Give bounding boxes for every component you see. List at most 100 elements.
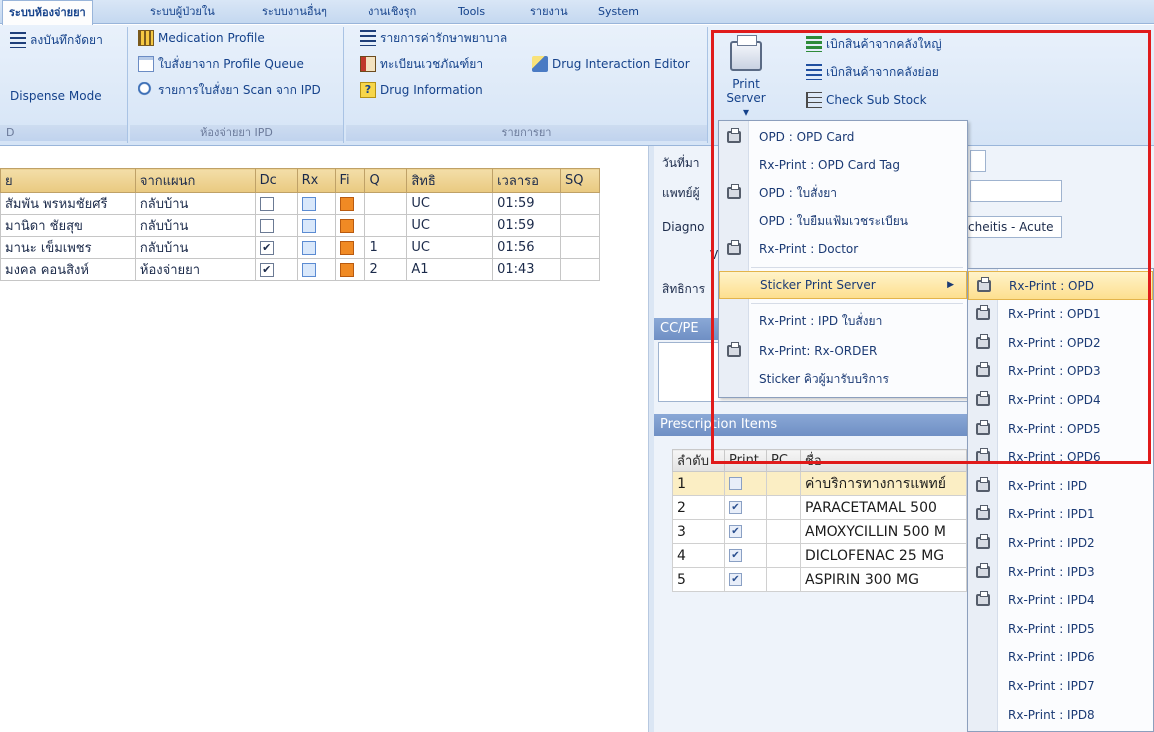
finance-icon[interactable] [339,218,354,233]
submenu-item-rx-print-ipd4[interactable]: Rx-Print : IPD4 [968,586,1153,615]
print-server-button[interactable]: Print Server ▾ [722,29,770,119]
submenu-item-rx-print-ipd3[interactable]: Rx-Print : IPD3 [968,557,1153,586]
tab-other[interactable]: ระบบงานอื่นๆ [262,0,327,24]
tab-reports[interactable]: รายงาน [530,0,568,24]
menu-item-queue-sticker[interactable]: Sticker คิวผู้มารับบริการ [719,365,967,393]
submenu-item-rx-print-ipd8[interactable]: Rx-Print : IPD8 [968,700,1153,729]
finance-icon[interactable] [339,240,354,255]
col-order[interactable]: ลำดับ [672,449,725,472]
print-checkbox[interactable] [729,477,742,490]
col-q[interactable]: Q [364,168,408,193]
submenu-icon-slot [968,362,998,378]
table-row[interactable]: ▶ 1 ค่าบริการทางการแพทย์ [672,471,967,496]
col-dc[interactable]: Dc [254,168,298,193]
submenu-item-rx-print-ipd7[interactable]: Rx-Print : IPD7 [968,671,1153,700]
drug-registry-button[interactable]: ทะเบียนเวชภัณฑ์ยา [360,53,483,75]
printer-icon [976,562,990,578]
dc-checkbox-checked[interactable]: ✔ [259,262,274,277]
rx-order-number: 1 [677,475,687,492]
tab-inpatient[interactable]: ระบบผู้ป่วยใน [150,0,215,24]
tab-proactive[interactable]: งานเชิงรุก [368,0,416,24]
table-row[interactable]: 3 ✔ AMOXYCILLIN 500 M [672,519,967,544]
menu-item-rx-doctor[interactable]: Rx-Print : Doctor [719,235,967,263]
submenu-item-label: Rx-Print : IPD2 [1008,535,1095,550]
table-row[interactable]: มานิดา ชัยสุข กลับบ้าน UC 01:59 [0,214,600,237]
table-row[interactable]: 5 ✔ ASPIRIN 300 MG [672,567,967,592]
print-checkbox-checked[interactable]: ✔ [729,549,742,562]
table-row[interactable]: 2 ✔ PARACETAMAL 500 [672,495,967,520]
col-wait[interactable]: เวลารอ [492,168,561,193]
tab-tools[interactable]: Tools [458,0,485,24]
rx-icon[interactable] [301,240,316,255]
submenu-item-rx-print-ipd[interactable]: Rx-Print : IPD [968,471,1153,500]
submenu-item-rx-print-ipd6[interactable]: Rx-Print : IPD6 [968,643,1153,672]
sq-cell [560,258,600,281]
medication-profile-button[interactable]: Medication Profile [138,27,265,49]
requisition-sub-stock-button[interactable]: เบิกสินค้าจากคลังย่อย [806,61,939,83]
menu-item-opd-file-borrow[interactable]: OPD : ใบยืมแฟ้มเวชระเบียน [719,207,967,235]
submenu-item-rx-print-ipd2[interactable]: Rx-Print : IPD2 [968,528,1153,557]
finance-icon[interactable] [339,196,354,211]
rx-icon[interactable] [301,196,316,211]
dc-checkbox-checked[interactable]: ✔ [259,240,274,255]
drug-interaction-editor-button[interactable]: Drug Interaction Editor [532,53,690,75]
submenu-item-rx-print-opd1[interactable]: Rx-Print : OPD1 [968,300,1153,329]
dc-checkbox[interactable] [259,218,274,233]
drug-information-button[interactable]: ? Drug Information [360,79,483,101]
dispense-mode-button[interactable]: Dispense Mode [10,85,102,107]
submenu-item-rx-print-opd3[interactable]: Rx-Print : OPD3 [968,357,1153,386]
col-sq[interactable]: SQ [560,168,600,193]
submenu-item-rx-print-opd6[interactable]: Rx-Print : OPD6 [968,443,1153,472]
rx-icon[interactable] [301,262,316,277]
menu-item-ipd-prescription[interactable]: Rx-Print : IPD ใบสั่งยา [719,307,967,335]
menu-item-rx-order[interactable]: Rx-Print: Rx-ORDER [719,337,967,365]
printer-icon [976,591,990,607]
tab-system[interactable]: System [598,0,639,24]
print-checkbox-checked[interactable]: ✔ [729,525,742,538]
scan-ipd-label: รายการใบสั่งยา Scan จาก IPD [158,83,321,97]
profile-queue-button[interactable]: ใบสั่งยาจาก Profile Queue [138,53,304,75]
table-row[interactable]: สัมพัน พรหมชัยศรี กลับบ้าน UC 01:59 [0,192,600,215]
treatment-costs-button[interactable]: รายการค่ารักษาพยาบาล [360,27,507,49]
menu-item-opd-card-tag[interactable]: Rx-Print : OPD Card Tag [719,151,967,179]
doctor-input[interactable] [970,180,1062,202]
dc-checkbox[interactable] [259,196,274,211]
patient-dept: ห้องจ่ายยา [134,258,256,281]
col-pc[interactable]: PC [766,449,801,472]
menu-item-opd-prescription[interactable]: OPD : ใบสั่งยา [719,179,967,207]
scan-ipd-button[interactable]: รายการใบสั่งยา Scan จาก IPD [138,79,321,101]
col-rx[interactable]: Rx [296,168,336,193]
print-checkbox-checked[interactable]: ✔ [729,501,742,514]
check-sub-stock-button[interactable]: Check Sub Stock [806,89,927,111]
submenu-item-rx-print-opd2[interactable]: Rx-Print : OPD2 [968,328,1153,357]
col-fi[interactable]: Fi [334,168,366,193]
finance-icon[interactable] [339,262,354,277]
printer-icon [976,419,990,435]
table-row[interactable]: มงคล คอนสิงห์ ห้องจ่ายยา ✔ 2 A1 01:43 [0,258,600,281]
visit-date-input[interactable] [970,150,986,172]
col-right[interactable]: สิทธิ [406,168,494,193]
sticker-print-submenu: Rx-Print : OPD Rx-Print : OPD1 Rx-Print : … [967,268,1154,732]
submenu-item-rx-print-ipd5[interactable]: Rx-Print : IPD5 [968,614,1153,643]
rx-icon[interactable] [301,218,316,233]
print-checkbox-checked[interactable]: ✔ [729,573,742,586]
menu-item-opd-card[interactable]: OPD : OPD Card [719,123,967,151]
menu-item-sticker-print-server[interactable]: Sticker Print Server ▶ [719,271,967,299]
diagnosis-input[interactable]: cheitis - Acute [964,216,1062,238]
submenu-item-rx-print-ipd1[interactable]: Rx-Print : IPD1 [968,500,1153,529]
table-row[interactable]: มานะ เข็มเพชร กลับบ้าน ✔ 1 UC 01:56 [0,236,600,259]
col-print[interactable]: Print [724,449,767,472]
queue-cell: 1 [364,236,408,259]
submenu-item-rx-print-opd[interactable]: Rx-Print : OPD [968,271,1153,300]
requisition-main-stock-button[interactable]: เบิกสินค้าจากคลังใหญ่ [806,33,942,55]
col-name[interactable]: ย [0,168,136,193]
tab-pharmacy[interactable]: ระบบห้องจ่ายยา [2,0,93,25]
col-drug-name[interactable]: ชื่อ [800,449,967,472]
submenu-item-rx-print-opd5[interactable]: Rx-Print : OPD5 [968,414,1153,443]
table-row[interactable]: 4 ✔ DICLOFENAC 25 MG [672,543,967,568]
submenu-item-rx-print-opd4[interactable]: Rx-Print : OPD4 [968,385,1153,414]
record-dispense-button[interactable]: ลงบันทึกจัดยา [10,29,103,51]
grid-icon [138,30,154,46]
col-dept[interactable]: จากแผนก [134,168,256,193]
rights-label: สิทธิการ [662,282,706,296]
